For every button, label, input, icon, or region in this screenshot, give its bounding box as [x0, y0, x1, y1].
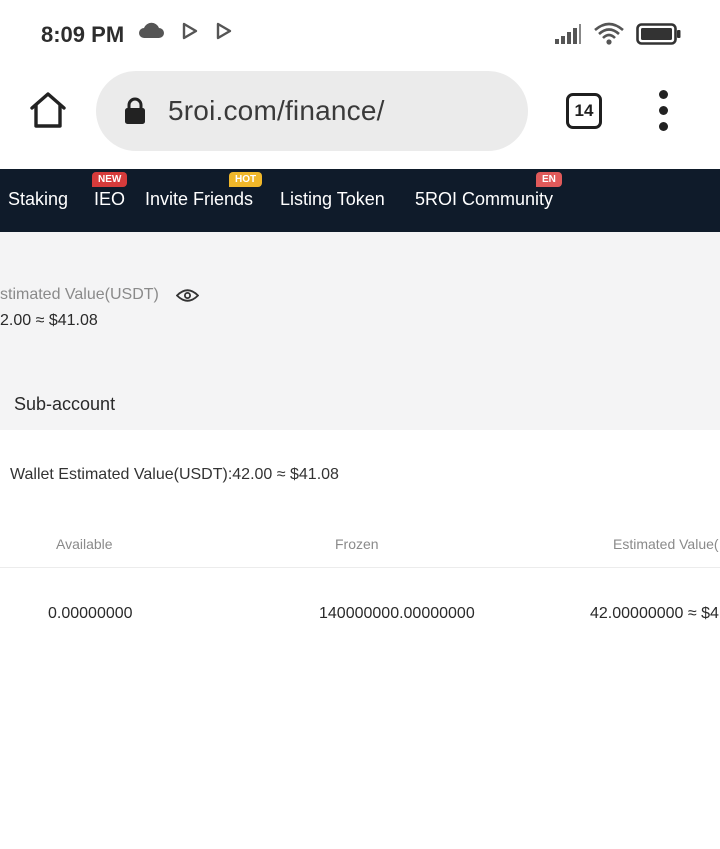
cell-available: 0.00000000 — [48, 605, 133, 622]
estimated-value: 2.00 ≈ $41.08 — [0, 312, 98, 329]
url-text: 5roi.com/finance/ — [168, 95, 385, 126]
cloud-icon — [139, 22, 164, 38]
signal-icon — [555, 24, 581, 44]
cell-frozen: 140000000.00000000 — [319, 605, 475, 622]
en-badge: EN — [536, 172, 562, 187]
status-bar: 8:09 PM — [0, 0, 720, 68]
notification-icons — [138, 22, 232, 40]
tabs-count: 14 — [574, 101, 594, 120]
status-time: 8:09 PM — [41, 22, 125, 47]
wifi-icon — [594, 22, 624, 45]
nav-item-5roi-community[interactable]: 5ROI Community — [415, 189, 553, 210]
play-store-icon — [182, 22, 198, 40]
system-icons — [554, 22, 682, 46]
hot-badge: HOT — [229, 172, 263, 187]
eye-icon[interactable] — [176, 288, 199, 303]
more-vert-icon[interactable] — [656, 90, 672, 132]
lock-icon — [125, 97, 145, 124]
battery-icon — [636, 23, 681, 45]
nav-item-ieo[interactable]: IEO — [94, 189, 125, 210]
nav-item-invite-friends[interactable]: Invite Friends — [145, 189, 253, 210]
nav-item-listing-token[interactable]: Listing Token — [280, 189, 385, 210]
new-badge: NEW — [92, 172, 128, 187]
nav-item-staking[interactable]: Staking — [8, 189, 68, 210]
asset-summary: stimated Value(USDT) 2.00 ≈ $41.08 Sub-a… — [0, 232, 720, 430]
tab-sub-account[interactable]: Sub-account — [14, 394, 115, 415]
wallet-estimated-value: Wallet Estimated Value(USDT):42.00 ≈ $41… — [10, 466, 339, 483]
address-bar[interactable]: 5roi.com/finance/ — [96, 71, 528, 151]
cell-estimated-value: 42.00000000 ≈ $4 — [590, 605, 719, 622]
estimated-value-label: stimated Value(USDT) — [0, 286, 159, 303]
play-store-icon — [216, 22, 232, 40]
tabs-counter-button[interactable]: 14 — [566, 93, 602, 129]
home-icon[interactable] — [28, 90, 68, 130]
column-header-available: Available — [56, 536, 113, 552]
column-header-frozen: Frozen — [335, 536, 379, 552]
table-divider — [0, 567, 720, 568]
browser-toolbar: 5roi.com/finance/ 14 — [0, 68, 720, 164]
site-nav: Staking NEW IEO HOT Invite Friends Listi… — [0, 169, 720, 232]
column-header-estimated-value: Estimated Value( — [613, 536, 719, 552]
page: 8:09 PM 5roi.com/finance/ 14 Staking NEW… — [0, 0, 720, 849]
